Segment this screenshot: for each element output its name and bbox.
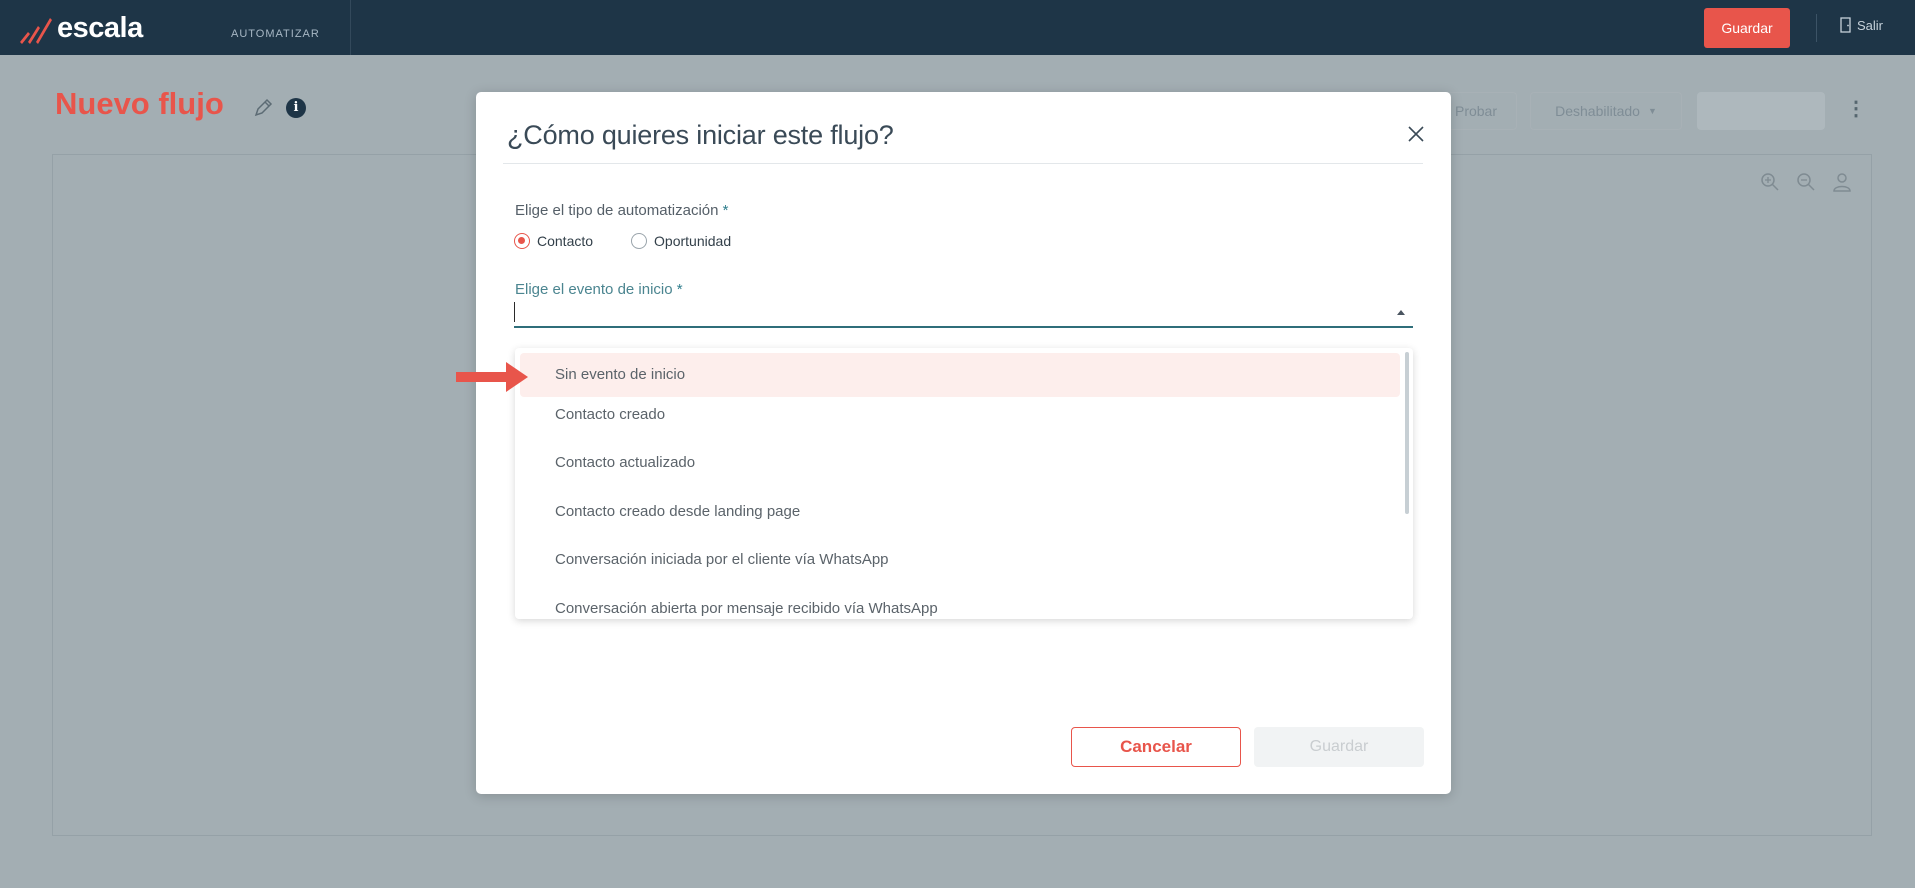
automation-type-text: Elige el tipo de automatización <box>515 202 719 219</box>
brand-name: escala <box>57 12 143 44</box>
required-mark: * <box>722 202 729 219</box>
more-options-icon[interactable]: ⋮ <box>1846 98 1866 120</box>
radio-oportunidad[interactable]: Oportunidad <box>631 233 731 249</box>
status-label: Deshabilitado <box>1555 103 1640 119</box>
probar-label: Probar <box>1454 103 1498 119</box>
required-mark: * <box>676 281 683 298</box>
close-icon[interactable] <box>1404 122 1428 146</box>
edit-pencil-icon[interactable] <box>252 97 274 119</box>
modal-title: ¿Cómo quieres iniciar este flujo? <box>507 120 894 150</box>
start-event-text: Elige el evento de inicio <box>515 281 673 298</box>
dropdown-option[interactable]: Contacto creado desde landing page <box>520 490 1400 534</box>
nav-automatizar[interactable]: AUTOMATIZAR <box>231 28 320 40</box>
disabled-toolbar-button[interactable] <box>1697 92 1825 130</box>
escala-logo[interactable]: escala <box>18 12 143 45</box>
logo-bars-icon <box>20 17 52 44</box>
automation-type-radios: Contacto Oportunidad <box>514 233 731 249</box>
dropdown-scrollbar[interactable] <box>1405 352 1409 514</box>
dropdown-option[interactable]: Contacto creado <box>520 393 1400 437</box>
start-flow-modal: ¿Cómo quieres iniciar este flujo? Elige … <box>476 92 1451 794</box>
automation-type-label: Elige el tipo de automatización * <box>515 202 728 219</box>
zoom-in-icon[interactable] <box>1760 172 1780 192</box>
dropdown-option[interactable]: Contacto actualizado <box>520 441 1400 485</box>
radio-unchecked-icon <box>631 233 648 249</box>
dropdown-option[interactable]: Sin evento de inicio <box>520 353 1400 397</box>
pointer-arrow-icon <box>456 362 528 392</box>
caret-up-icon[interactable] <box>1397 310 1405 315</box>
radio-checked-icon <box>514 233 530 249</box>
top-divider <box>1816 14 1817 42</box>
chevron-down-icon: ▼ <box>1647 106 1657 116</box>
radio-contacto-label: Contacto <box>537 233 594 249</box>
modal-divider <box>503 163 1423 164</box>
user-icon[interactable] <box>1832 172 1852 192</box>
exit-button[interactable]: Salir <box>1840 17 1883 33</box>
radio-oportunidad-label: Oportunidad <box>654 233 732 249</box>
exit-label: Salir <box>1857 17 1884 33</box>
status-dropdown[interactable]: Deshabilitado ▼ <box>1530 92 1682 130</box>
dropdown-option[interactable]: Conversación abierta por mensaje recibid… <box>520 587 1400 619</box>
cancel-button[interactable]: Cancelar <box>1071 727 1241 767</box>
page-title: Nuevo flujo <box>55 86 224 121</box>
dropdown-option[interactable]: Conversación iniciada por el cliente vía… <box>520 538 1400 582</box>
zoom-out-icon[interactable] <box>1796 172 1816 192</box>
nav-divider <box>350 0 351 55</box>
start-event-dropdown: Sin evento de inicio Contacto creado Con… <box>515 348 1413 619</box>
radio-contacto[interactable]: Contacto <box>514 233 593 249</box>
save-button[interactable]: Guardar <box>1254 727 1424 767</box>
text-cursor <box>514 302 515 322</box>
info-icon[interactable]: i <box>286 98 306 118</box>
start-event-select[interactable] <box>514 299 1413 328</box>
top-save-button[interactable]: Guardar <box>1704 8 1790 48</box>
top-bar: escala AUTOMATIZAR Guardar Salir <box>0 0 1915 55</box>
exit-door-icon <box>1840 17 1851 33</box>
start-event-label: Elige el evento de inicio * <box>515 281 683 298</box>
